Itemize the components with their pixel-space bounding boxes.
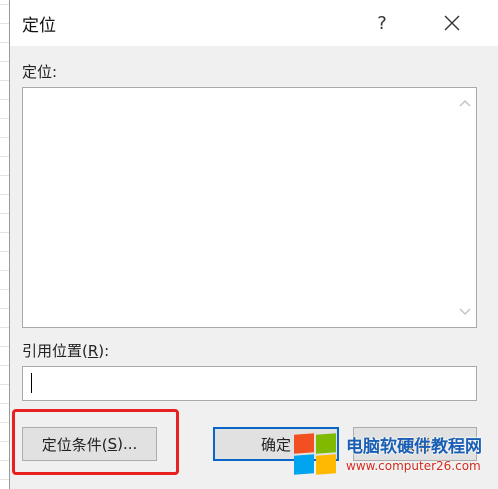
special-button-accesskey: S: [107, 435, 118, 453]
windows-logo-icon: [294, 433, 338, 476]
reference-label-accesskey: R: [87, 342, 99, 360]
dialog-title: 定位: [22, 16, 56, 36]
dialog-titlebar: 定位 ?: [10, 0, 498, 46]
help-button[interactable]: ?: [362, 6, 402, 40]
listbox-scrollbar[interactable]: [454, 88, 476, 327]
watermark-title: 电脑软硬件教程网: [346, 437, 482, 457]
scroll-down-button[interactable]: [454, 301, 476, 323]
goto-listbox[interactable]: [22, 87, 477, 328]
goto-dialog: 定位 ? 定位: 引用位置(R): 定位条件(S)... 确定 取消: [9, 0, 498, 489]
text-caret: [31, 373, 32, 393]
chevron-down-icon: [459, 308, 471, 316]
watermark: 电脑软硬件教程网 www.computer26.com: [290, 430, 498, 480]
reference-input[interactable]: [22, 366, 477, 401]
goto-label: 定位:: [22, 63, 58, 81]
scroll-up-button[interactable]: [454, 92, 476, 114]
close-button[interactable]: [430, 6, 474, 40]
close-icon: [444, 15, 460, 31]
chevron-up-icon: [459, 99, 471, 107]
watermark-url: www.computer26.com: [346, 459, 481, 473]
special-button[interactable]: 定位条件(S)...: [22, 427, 157, 461]
reference-label: 引用位置(R):: [22, 342, 110, 360]
